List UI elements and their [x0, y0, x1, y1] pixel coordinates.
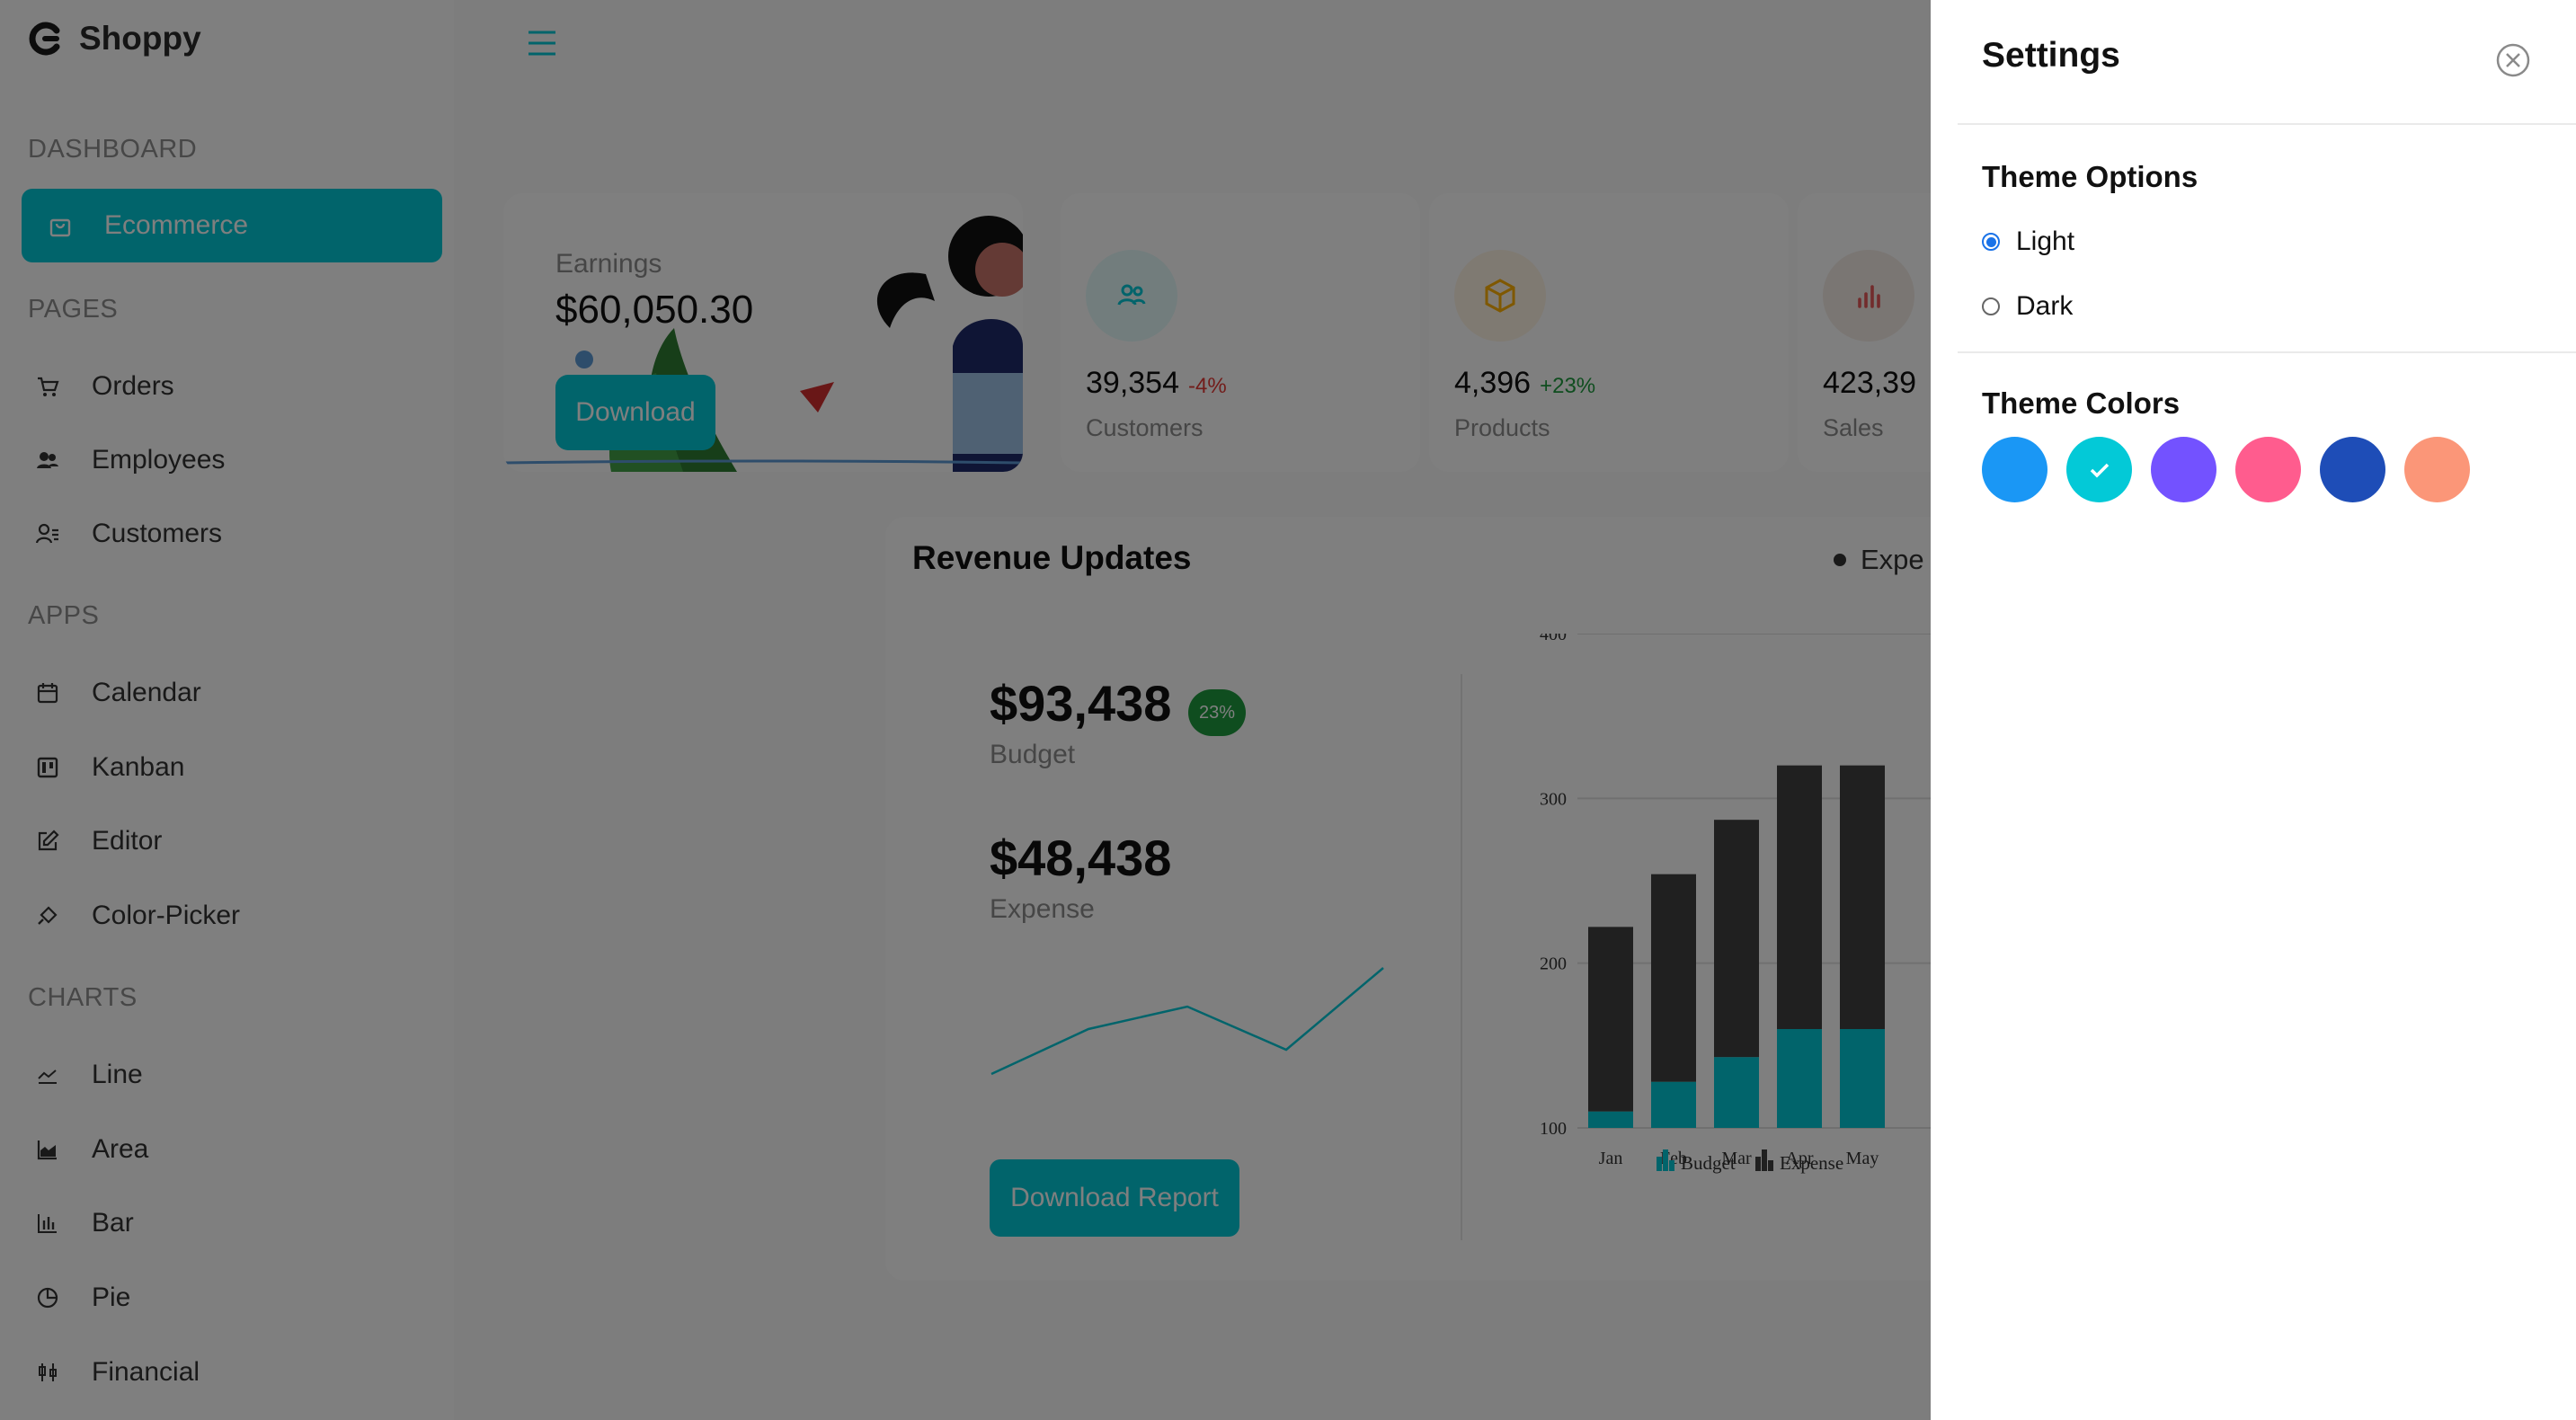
option-label: Dark [2016, 291, 2074, 321]
color-swatch-4[interactable] [2235, 437, 2301, 502]
divider [1958, 351, 2576, 353]
radio-dark[interactable] [1982, 297, 2000, 315]
option-label: Light [2016, 226, 2075, 256]
theme-options-title: Theme Options [1982, 160, 2198, 193]
check-icon [2090, 463, 2109, 477]
theme-colors-title: Theme Colors [1982, 386, 2181, 420]
color-swatch-6[interactable] [2404, 437, 2470, 502]
color-swatch-2[interactable] [2066, 437, 2132, 502]
color-swatches [1982, 437, 2470, 502]
modal-overlay[interactable] [0, 0, 1931, 1420]
theme-option-dark[interactable]: Dark [1982, 291, 2073, 322]
color-swatch-3[interactable] [2151, 437, 2216, 502]
radio-light[interactable] [1982, 233, 2000, 251]
close-icon[interactable] [2494, 41, 2532, 79]
color-swatch-5[interactable] [2320, 437, 2385, 502]
color-swatch-1[interactable] [1982, 437, 2047, 502]
settings-panel: Settings Theme Options Light Dark Theme … [1931, 0, 2576, 1420]
divider [1958, 123, 2576, 125]
settings-title: Settings [1982, 36, 2120, 75]
theme-option-light[interactable]: Light [1982, 226, 2074, 257]
